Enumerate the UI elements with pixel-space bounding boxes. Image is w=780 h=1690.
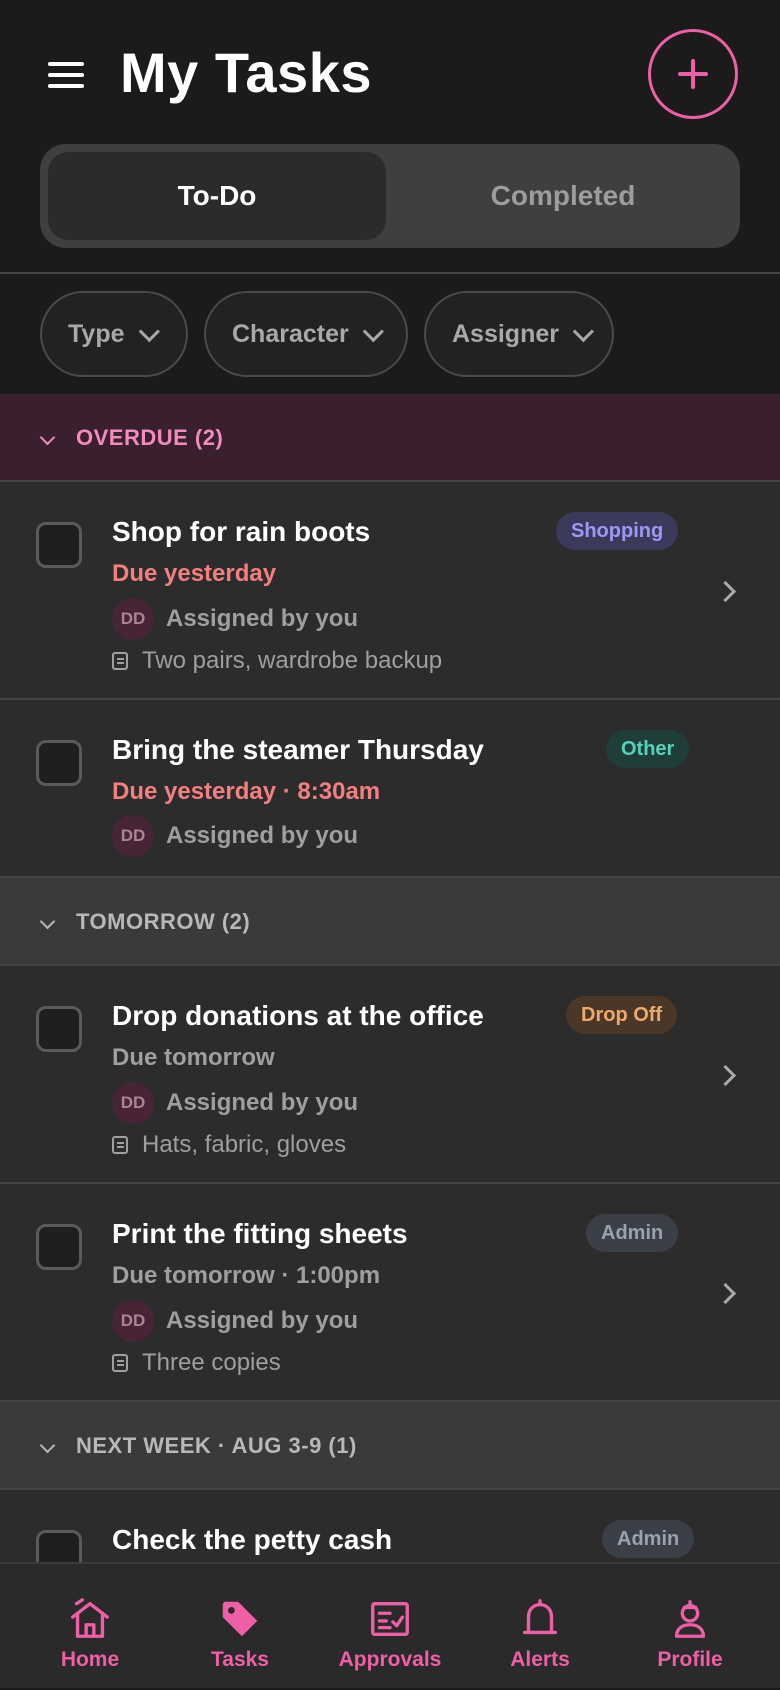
filter-assigner[interactable]: Assigner	[424, 291, 614, 377]
avatar: DD	[112, 1300, 154, 1342]
section-label: TOMORROW (2)	[76, 909, 251, 934]
nav-alerts-label: Alerts	[510, 1648, 570, 1671]
task-due: Due yesterday · 8:30am	[112, 778, 381, 805]
bell-icon	[522, 1599, 558, 1635]
assigned-text: Assigned by you	[166, 822, 359, 849]
divider	[0, 272, 780, 274]
task-assigner: DD Assigned by you	[112, 1082, 358, 1124]
task-checkbox[interactable]	[36, 1224, 82, 1270]
tag-icon	[222, 1601, 258, 1637]
category-badge: Drop Off	[566, 996, 678, 1034]
category-badge: Shopping	[556, 512, 679, 550]
tab-completed[interactable]: Completed	[394, 152, 732, 240]
task-checkbox[interactable]	[36, 522, 82, 568]
task-checkbox[interactable]	[36, 1006, 82, 1052]
note-icon	[112, 1354, 128, 1372]
category-badge: Other	[606, 730, 690, 768]
nav-profile[interactable]: Profile	[615, 1564, 765, 1690]
nav-home-label: Home	[60, 1648, 120, 1671]
task-row[interactable]: Shop for rain boots Shopping Due yesterd…	[0, 482, 780, 698]
approvals-icon	[371, 1601, 409, 1637]
filter-character[interactable]: Character	[204, 291, 408, 377]
assigned-text: Assigned by you	[166, 1089, 359, 1116]
note-text: Two pairs, wardrobe backup	[142, 647, 443, 674]
task-checkbox[interactable]	[36, 1530, 82, 1562]
profile-icon	[674, 1600, 706, 1638]
nav-profile-label: Profile	[657, 1648, 723, 1671]
assigned-text: Assigned by you	[166, 605, 359, 632]
chevron-right-icon	[714, 580, 737, 603]
task-title: Drop donations at the office	[112, 1000, 484, 1031]
nav-approvals-label: Approvals	[338, 1648, 442, 1671]
task-assigner: DD Assigned by you	[112, 815, 358, 857]
task-row[interactable]: Bring the steamer Thursday Other Due yes…	[0, 700, 780, 876]
task-due: Due tomorrow	[112, 1044, 275, 1071]
avatar: DD	[112, 1082, 154, 1124]
section-tomorrow[interactable]: TOMORROW (2)	[0, 878, 780, 966]
note-icon	[112, 1136, 128, 1154]
chevron-down-icon	[39, 429, 56, 446]
task-row[interactable]: Print the fitting sheets Admin Due tomor…	[0, 1184, 780, 1400]
filter-type[interactable]: Type	[40, 291, 188, 377]
nav-tasks[interactable]: Tasks	[165, 1564, 315, 1690]
task-due: Due yesterday	[112, 560, 277, 587]
filter-type-label: Type	[68, 319, 125, 348]
home-icon	[71, 1598, 109, 1638]
task-row[interactable]: Check the petty cash Admin	[0, 1490, 780, 1562]
add-task-button[interactable]	[648, 29, 738, 119]
task-note: Hats, fabric, gloves	[112, 1130, 346, 1160]
task-title: Shop for rain boots	[112, 516, 371, 547]
chevron-right-icon	[714, 1064, 737, 1087]
chevron-down-icon	[39, 1437, 56, 1454]
note-icon	[112, 652, 128, 670]
task-checkbox[interactable]	[36, 740, 82, 786]
note-text: Hats, fabric, gloves	[142, 1131, 347, 1158]
nav-alerts[interactable]: Alerts	[465, 1564, 615, 1690]
task-title: Check the petty cash	[112, 1524, 393, 1555]
category-badge: Admin	[586, 1214, 679, 1252]
assigned-text: Assigned by you	[166, 1307, 359, 1334]
filter-character-label: Character	[232, 319, 349, 348]
section-label: OVERDUE (2)	[76, 425, 224, 450]
task-row[interactable]: Drop donations at the office Drop Off Du…	[0, 966, 780, 1182]
nav-home[interactable]: Home	[15, 1564, 165, 1690]
task-assigner: DD Assigned by you	[112, 1300, 358, 1342]
bottom-nav: Home Tasks Approvals Alerts Profile	[0, 1562, 780, 1688]
task-note: Three copies	[112, 1348, 281, 1378]
section-overdue[interactable]: OVERDUE (2)	[0, 394, 780, 482]
task-title: Bring the steamer Thursday	[112, 734, 484, 765]
chevron-down-icon	[362, 320, 384, 342]
filter-assigner-label: Assigner	[452, 319, 559, 348]
menu-icon[interactable]	[48, 60, 88, 92]
avatar: DD	[112, 815, 154, 857]
chevron-right-icon	[714, 1282, 737, 1305]
chevron-down-icon	[572, 320, 594, 342]
task-assigner: DD Assigned by you	[112, 598, 358, 640]
avatar: DD	[112, 598, 154, 640]
tab-todo[interactable]: To-Do	[48, 152, 386, 240]
section-label: NEXT WEEK · AUG 3-9 (1)	[76, 1433, 357, 1458]
chevron-down-icon	[138, 320, 160, 342]
task-due: Due tomorrow · 1:00pm	[112, 1262, 381, 1289]
nav-approvals[interactable]: Approvals	[315, 1564, 465, 1690]
chevron-down-icon	[39, 913, 56, 930]
nav-tasks-label: Tasks	[211, 1648, 269, 1671]
section-next-week[interactable]: NEXT WEEK · AUG 3-9 (1)	[0, 1402, 780, 1490]
category-badge: Admin	[602, 1520, 695, 1558]
view-toggle: To-Do Completed	[40, 144, 740, 248]
page-title: My Tasks	[120, 41, 372, 104]
note-text: Three copies	[142, 1349, 281, 1376]
task-note: Two pairs, wardrobe backup	[112, 646, 442, 676]
filter-bar: Type Character Assigner	[0, 275, 780, 393]
task-title: Print the fitting sheets	[112, 1218, 408, 1249]
header: My Tasks	[0, 0, 780, 155]
